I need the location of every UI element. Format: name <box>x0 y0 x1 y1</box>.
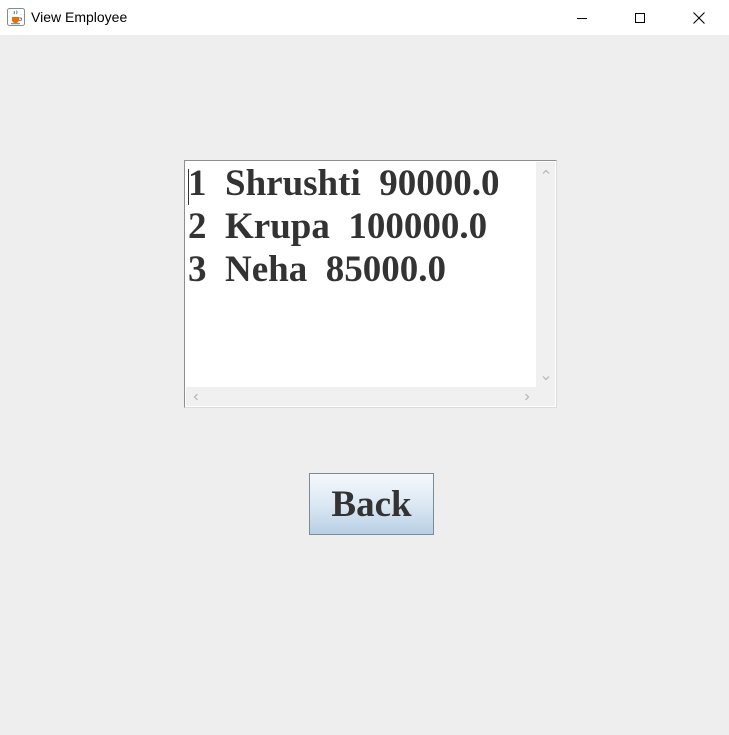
employee-scroll-pane[interactable]: 1 Shrushti 90000.0 2 Krupa 100000.0 3 Ne… <box>184 160 557 408</box>
scrollbar-corner <box>536 387 555 406</box>
employee-line: 2 Krupa 100000.0 <box>188 206 488 247</box>
maximize-button[interactable] <box>611 0 669 35</box>
horizontal-scrollbar[interactable] <box>186 387 536 406</box>
maximize-icon <box>635 12 645 23</box>
scroll-up-arrow-icon[interactable] <box>536 162 555 181</box>
close-icon <box>693 11 705 24</box>
back-button[interactable]: Back <box>309 473 434 535</box>
application-window: View Employee 1 Shrushti 90000.0 2 Krupa… <box>0 0 729 735</box>
employee-text-area[interactable]: 1 Shrushti 90000.0 2 Krupa 100000.0 3 Ne… <box>186 162 536 387</box>
content-panel: 1 Shrushti 90000.0 2 Krupa 100000.0 3 Ne… <box>0 35 729 735</box>
vertical-scrollbar[interactable] <box>536 162 555 387</box>
scroll-down-arrow-icon[interactable] <box>536 368 555 387</box>
minimize-icon <box>577 17 587 19</box>
scroll-right-arrow-icon[interactable] <box>517 387 536 406</box>
employee-line: 3 Neha 85000.0 <box>188 249 446 290</box>
minimize-button[interactable] <box>553 0 611 35</box>
close-button[interactable] <box>670 0 728 35</box>
title-bar[interactable]: View Employee <box>0 0 729 35</box>
window-title: View Employee <box>31 9 128 25</box>
scroll-left-arrow-icon[interactable] <box>186 387 205 406</box>
employee-line: 1 Shrushti 90000.0 <box>188 163 500 204</box>
java-cup-icon[interactable] <box>7 8 25 26</box>
